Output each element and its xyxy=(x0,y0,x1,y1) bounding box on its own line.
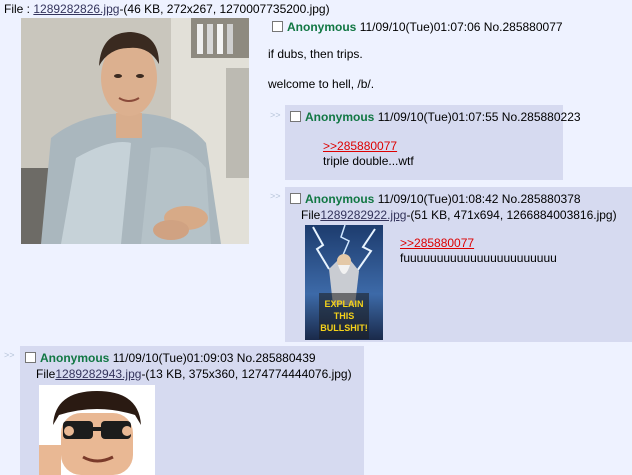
reply-file-link[interactable]: 1289282943.jpg xyxy=(55,367,141,381)
reply-post-number[interactable]: No.285880378 xyxy=(502,192,581,206)
op-thumbnail[interactable] xyxy=(21,18,249,244)
op-file-link[interactable]: 1289282826.jpg xyxy=(33,2,119,16)
reply-datetime: 11/09/10(Tue)01:08:42 xyxy=(377,192,499,206)
reply-post: Anonymous 11/09/10(Tue)01:09:03 No.28588… xyxy=(20,346,364,475)
reply-thumbnail-image: EXPLAIN THIS BULLSHIT! xyxy=(305,225,383,340)
reply-file-meta: -(51 KB, 471x694, 1266884003816.jpg) xyxy=(406,208,617,222)
thumbnail-caption-line: BULLSHIT! xyxy=(320,323,368,333)
reply-select-checkbox[interactable] xyxy=(25,352,36,363)
reply-message: fuuuuuuuuuuuuuuuuuuuuuuu xyxy=(400,251,557,265)
reply-datetime: 11/09/10(Tue)01:09:03 xyxy=(112,351,234,365)
reply-file-meta: -(13 KB, 375x360, 1274774444076.jpg) xyxy=(141,367,352,381)
reply-file-link[interactable]: 1289282922.jpg xyxy=(320,208,406,222)
reply-poster-name: Anonymous xyxy=(40,351,110,365)
reply-header: Anonymous 11/09/10(Tue)01:08:42 No.28588… xyxy=(290,192,581,206)
reply-message: triple double...wtf xyxy=(323,154,414,168)
reply-thumbnail[interactable]: EXPLAIN THIS BULLSHIT! xyxy=(305,225,383,340)
reply-quote-link[interactable]: >>285880077 xyxy=(400,236,474,250)
reply-header: Anonymous 11/09/10(Tue)01:07:55 No.28588… xyxy=(290,110,581,124)
reply-post: Anonymous 11/09/10(Tue)01:07:55 No.28588… xyxy=(285,105,581,180)
reply-poster-name: Anonymous xyxy=(305,192,375,206)
reply-post-number[interactable]: No.285880439 xyxy=(237,351,316,365)
reply-arrows: >> xyxy=(4,350,15,360)
reply-thumbnail[interactable] xyxy=(39,385,155,475)
op-poster-name: Anonymous xyxy=(287,20,357,34)
op-message-line-2: welcome to hell, /b/. xyxy=(268,77,375,91)
op-file-label: File : xyxy=(4,2,34,16)
op-datetime: 11/09/10(Tue)01:07:06 xyxy=(359,20,481,34)
thumbnail-caption-line: EXPLAIN xyxy=(324,299,363,309)
reply-file-info: File1289282943.jpg-(13 KB, 375x360, 1274… xyxy=(36,367,352,381)
reply-file-label: File xyxy=(36,367,56,381)
reply-file-info: File1289282922.jpg-(51 KB, 471x694, 1266… xyxy=(301,208,617,222)
reply-post-number[interactable]: No.285880223 xyxy=(502,110,581,124)
reply-header: Anonymous 11/09/10(Tue)01:09:03 No.28588… xyxy=(25,351,316,365)
reply-quote-link[interactable]: >>285880077 xyxy=(323,139,397,153)
reply-datetime: 11/09/10(Tue)01:07:55 xyxy=(377,110,499,124)
op-message-line-1: if dubs, then trips. xyxy=(268,47,363,61)
op-post-number[interactable]: No.285880077 xyxy=(484,20,563,34)
op-file-meta: -(46 KB, 272x267, 1270007735200.jpg) xyxy=(119,2,330,16)
reply-poster-name: Anonymous xyxy=(305,110,375,124)
thumbnail-caption-line: THIS xyxy=(334,311,355,321)
reply-thumbnail-image xyxy=(39,385,155,475)
reply-file-label: File xyxy=(301,208,321,222)
op-thumbnail-image xyxy=(21,18,249,244)
reply-post: Anonymous 11/09/10(Tue)01:08:42 No.28588… xyxy=(285,187,632,342)
op-file-info: File : 1289282826.jpg-(46 KB, 272x267, 1… xyxy=(4,2,330,16)
reply-select-checkbox[interactable] xyxy=(290,111,301,122)
op-select-checkbox[interactable] xyxy=(272,21,283,32)
op-post-header: Anonymous 11/09/10(Tue)01:07:06 No.28588… xyxy=(272,20,563,34)
reply-arrows: >> xyxy=(270,110,281,120)
reply-arrows: >> xyxy=(270,191,281,201)
reply-select-checkbox[interactable] xyxy=(290,193,301,204)
